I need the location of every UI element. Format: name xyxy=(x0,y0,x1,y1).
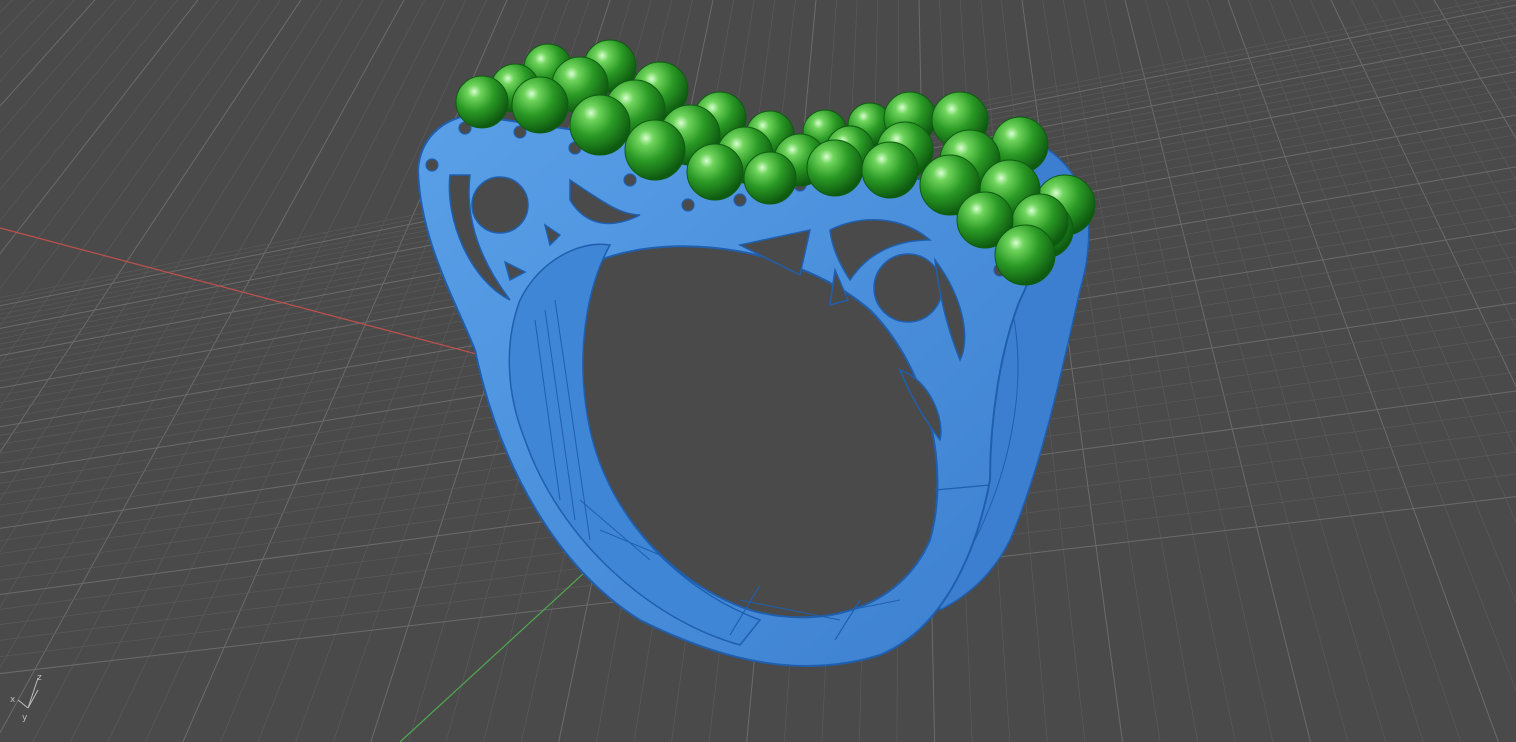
prong-notch xyxy=(681,198,695,212)
axis-widget-x-label: x xyxy=(10,695,16,705)
gemstone-sphere[interactable] xyxy=(861,141,919,199)
prong-notch xyxy=(623,173,637,187)
gemstone-sphere[interactable] xyxy=(455,75,509,129)
gemstone-sphere[interactable] xyxy=(806,139,864,197)
prong-notch xyxy=(425,158,439,172)
gemstone-sphere[interactable] xyxy=(511,76,569,134)
prong-notch xyxy=(733,193,747,207)
gemstone-sphere[interactable] xyxy=(994,224,1056,286)
3d-viewport[interactable]: x y z xyxy=(0,0,1516,742)
axis-widget: x y z xyxy=(10,673,42,723)
axis-widget-z-label: z xyxy=(37,673,42,683)
scene-canvas[interactable]: x y z xyxy=(0,0,1516,742)
gemstone-sphere[interactable] xyxy=(624,119,686,181)
gemstone-sphere[interactable] xyxy=(569,94,631,156)
gemstone-sphere[interactable] xyxy=(686,143,744,201)
axis-widget-y-label: y xyxy=(22,713,28,723)
gemstone-sphere[interactable] xyxy=(743,151,797,205)
